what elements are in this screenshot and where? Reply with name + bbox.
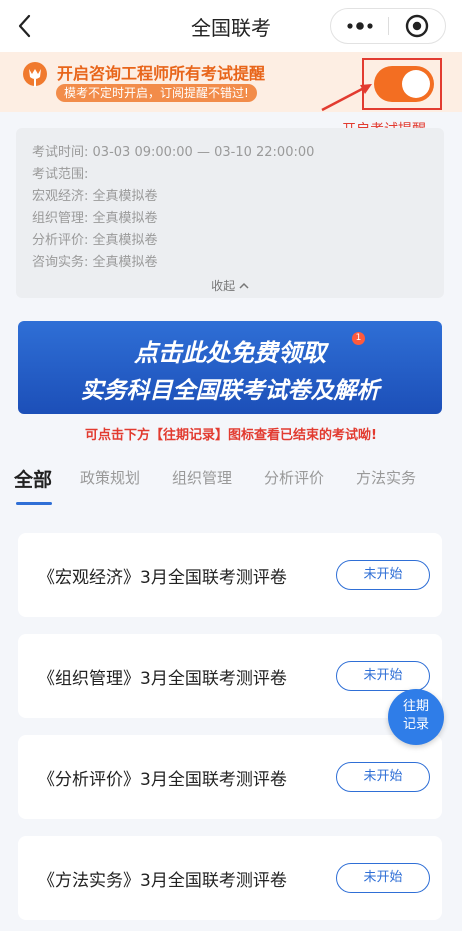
navbar: 全国联考: [0, 0, 462, 52]
more-icon[interactable]: [331, 9, 389, 43]
free-paper-banner[interactable]: 点击此处免费领取 1 实务科目全国联考试卷及解析: [18, 321, 442, 414]
banner-line-1: 点击此处免费领取: [134, 339, 326, 367]
active-tab-indicator: [16, 502, 52, 505]
subject-tabs: 全部 政策规划 组织管理 分析评价 方法实务: [0, 455, 462, 505]
reminder-toggle[interactable]: [374, 66, 434, 102]
info-row: 宏观经济: 全真模拟卷: [32, 189, 158, 204]
history-hint: 可点击下方【往期记录】图标查看已结束的考试呦!: [85, 428, 377, 443]
list-item[interactable]: 《宏观经济》3月全国联考测评卷 未开始: [18, 533, 442, 617]
collapse-toggle[interactable]: 收起: [16, 277, 444, 294]
tab-analysis-evaluation[interactable]: 分析评价: [264, 467, 324, 488]
exam-title: 《组织管理》3月全国联考测评卷: [38, 669, 287, 689]
info-row: 考试时间: 03-03 09:00:00 — 03-10 22:00:00: [32, 145, 315, 160]
history-records-button[interactable]: 往期 记录: [388, 689, 444, 745]
miniprogram-capsule: [330, 8, 446, 44]
notice-subtitle: 模考不定时开启，订阅提醒不错过!: [56, 84, 257, 102]
annotation-arrow-icon: [318, 82, 374, 114]
list-item[interactable]: 《组织管理》3月全国联考测评卷 未开始: [18, 634, 442, 718]
status-button[interactable]: 未开始: [336, 762, 430, 792]
list-item[interactable]: 《方法实务》3月全国联考测评卷 未开始: [18, 836, 442, 920]
fab-line-1: 往期: [402, 699, 429, 714]
banner-badge: 1: [352, 332, 365, 345]
toggle-knob: [402, 70, 430, 98]
info-row: 组织管理: 全真模拟卷: [32, 211, 158, 226]
status-button[interactable]: 未开始: [336, 863, 430, 893]
tab-methods-practice[interactable]: 方法实务: [356, 467, 416, 488]
tulip-logo-icon: [22, 61, 48, 91]
info-row: 分析评价: 全真模拟卷: [32, 233, 158, 248]
info-row: 考试范围:: [32, 167, 89, 182]
banner-line-2: 实务科目全国联考试卷及解析: [80, 378, 380, 404]
exam-title: 《宏观经济》3月全国联考测评卷: [38, 568, 287, 588]
fab-line-2: 记录: [402, 717, 429, 732]
exam-info-card: 考试时间: 03-03 09:00:00 — 03-10 22:00:00 考试…: [16, 128, 444, 298]
status-button[interactable]: 未开始: [336, 560, 430, 590]
notice-title: 开启咨询工程师所有考试提醒: [57, 64, 266, 83]
close-miniprogram-icon[interactable]: [389, 9, 446, 43]
info-row: 咨询实务: 全真模拟卷: [32, 255, 158, 270]
list-item[interactable]: 《分析评价》3月全国联考测评卷 未开始: [18, 735, 442, 819]
tab-all[interactable]: 全部: [14, 465, 52, 492]
chevron-up-icon: [239, 282, 249, 289]
tab-policy-planning[interactable]: 政策规划: [80, 467, 140, 488]
exam-title: 《方法实务》3月全国联考测评卷: [38, 871, 287, 891]
exam-title: 《分析评价》3月全国联考测评卷: [38, 770, 287, 790]
status-button[interactable]: 未开始: [336, 661, 430, 691]
tab-organization-management[interactable]: 组织管理: [172, 467, 232, 488]
